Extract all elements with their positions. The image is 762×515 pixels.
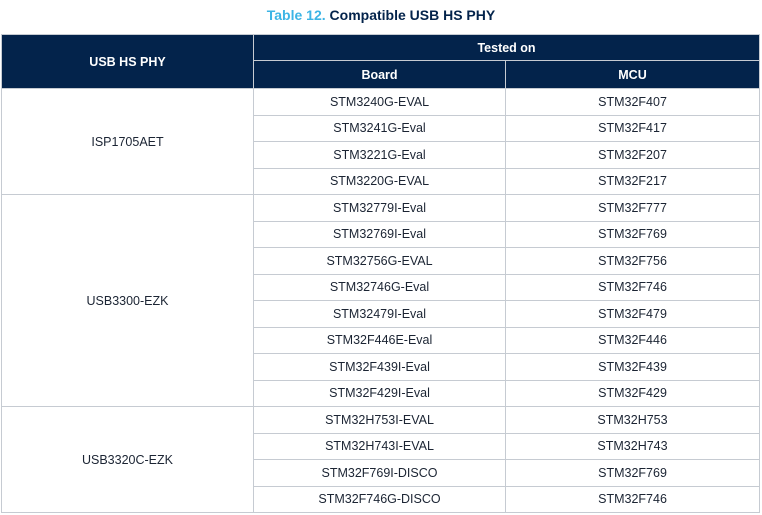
- mcu-cell: STM32F446: [504, 326, 761, 354]
- mcu-cell: STM32F217: [504, 167, 761, 195]
- mcu-cell: STM32F479: [504, 300, 761, 328]
- board-cell: STM32746G-Eval: [253, 273, 506, 301]
- mcu-cell: STM32F777: [504, 194, 761, 222]
- board-cell: STM32779I-Eval: [253, 194, 506, 222]
- board-cell: STM32F439I-Eval: [253, 353, 506, 381]
- phy-cell: USB3320C-EZK: [1, 406, 254, 513]
- board-cell: STM32H753I-EVAL: [253, 406, 506, 434]
- mcu-cell: STM32F769: [504, 220, 761, 248]
- board-cell: STM32769I-Eval: [253, 220, 506, 248]
- header-board: Board: [253, 60, 506, 89]
- board-cell: STM32479I-Eval: [253, 300, 506, 328]
- table-number: Table 12.: [266, 7, 326, 23]
- mcu-cell: STM32F746: [504, 273, 761, 301]
- table-title: Compatible USB HS PHY: [329, 7, 496, 23]
- compatible-usb-hs-phy-table: USB HS PHY Tested on Board MCU ISP1705AE…: [1, 34, 761, 513]
- mcu-cell: STM32H743: [504, 432, 761, 460]
- mcu-cell: STM32F756: [504, 247, 761, 275]
- board-cell: STM32756G-EVAL: [253, 247, 506, 275]
- table-row: ISP1705AET STM3240G-EVAL STM32F407: [1, 88, 761, 195]
- mcu-cell: STM32F407: [504, 88, 761, 116]
- header-tested-on: Tested on: [252, 34, 761, 61]
- mcu-cell: STM32F746: [504, 485, 761, 513]
- phy-cell: ISP1705AET: [1, 88, 254, 195]
- board-cell: STM32H743I-EVAL: [253, 432, 506, 460]
- board-cell: STM32F746G-DISCO: [253, 485, 506, 513]
- table-caption: Table 12. Compatible USB HS PHY: [0, 7, 762, 23]
- table-row: USB3300-EZK STM32779I-Eval STM32F777: [1, 194, 761, 407]
- board-cell: STM32F446E-Eval: [253, 326, 506, 354]
- phy-cell: USB3300-EZK: [1, 194, 254, 407]
- board-cell: STM3241G-Eval: [253, 114, 506, 142]
- board-cell: STM3240G-EVAL: [253, 88, 506, 116]
- board-cell: STM32F429I-Eval: [253, 379, 506, 407]
- table-body: ISP1705AET STM3240G-EVAL STM32F407 STM3241G…: [1, 88, 761, 513]
- board-cell: STM3221G-Eval: [253, 141, 506, 169]
- mcu-cell: STM32H753: [504, 406, 761, 434]
- board-cell: STM32F769I-DISCO: [253, 459, 506, 487]
- mcu-cell: STM32F769: [504, 459, 761, 487]
- mcu-cell: STM32F439: [504, 353, 761, 381]
- header-usb-hs-phy: USB HS PHY: [1, 34, 254, 89]
- mcu-cell: STM32F207: [504, 141, 761, 169]
- mcu-cell: STM32F429: [504, 379, 761, 407]
- table-row: USB3320C-EZK STM32H753I-EVAL STM32H753: [1, 406, 761, 513]
- header-mcu: MCU: [504, 60, 761, 89]
- board-cell: STM3220G-EVAL: [253, 167, 506, 195]
- mcu-cell: STM32F417: [504, 114, 761, 142]
